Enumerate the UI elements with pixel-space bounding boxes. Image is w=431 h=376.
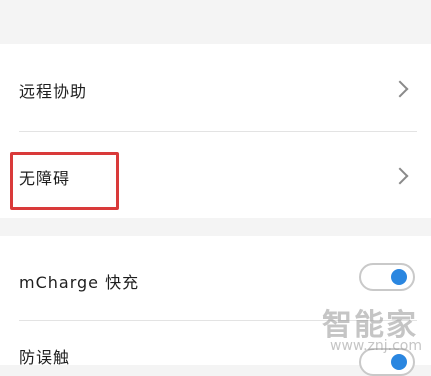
watermark: 智能家 www.znj.com (322, 300, 422, 360)
mcharge-toggle[interactable] (359, 263, 415, 291)
settings-item-label: 远程协助 (19, 82, 88, 101)
chevron-right-icon (391, 80, 409, 98)
toggle-knob (391, 269, 407, 285)
chevron-right-icon (391, 167, 409, 185)
settings-item-label: mCharge 快充 (19, 273, 140, 292)
settings-item-remote-assist[interactable]: 远程协助 (0, 44, 431, 132)
top-spacer (0, 0, 431, 44)
highlight-annotation-box (10, 152, 119, 210)
settings-item-label: 防误触 (19, 348, 71, 367)
watermark-url: www.znj.com (330, 338, 422, 354)
